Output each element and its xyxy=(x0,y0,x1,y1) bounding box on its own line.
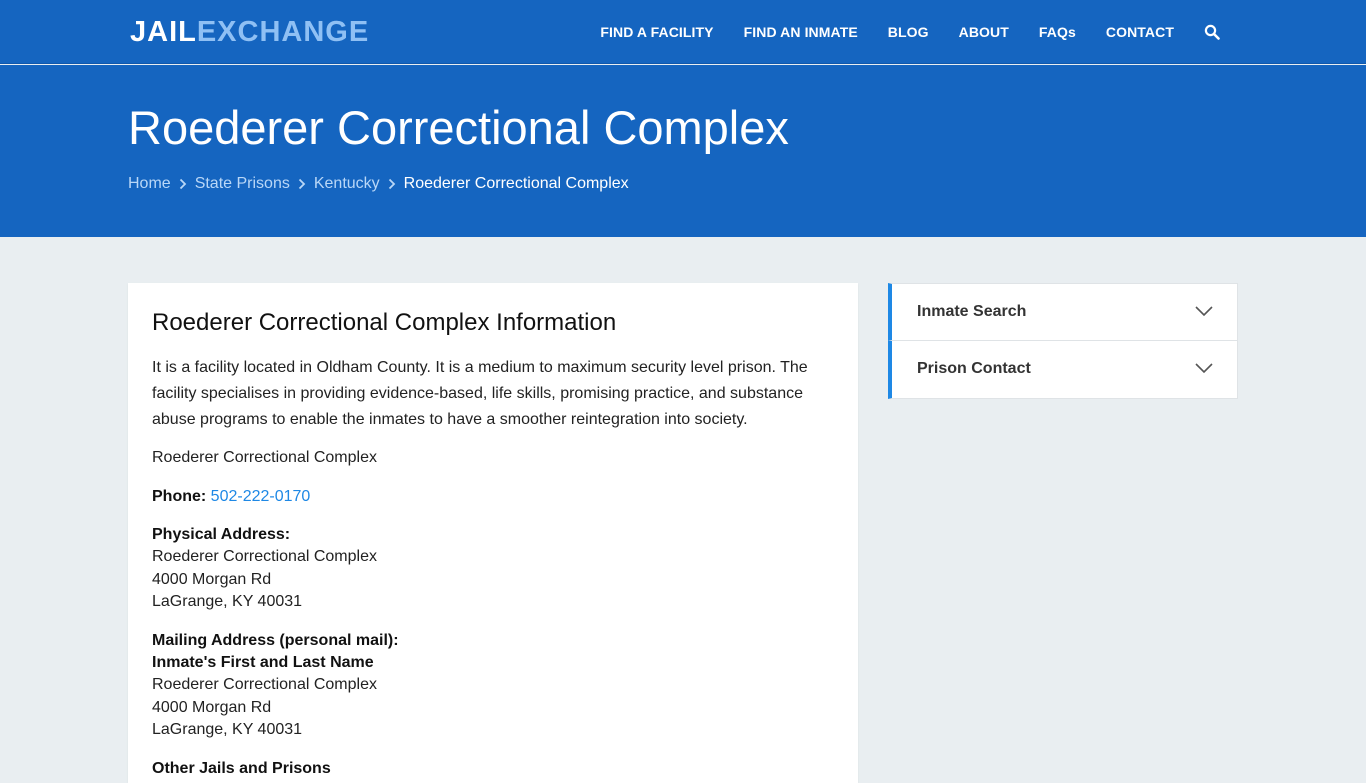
breadcrumb-current: Roederer Correctional Complex xyxy=(403,175,629,192)
mailing-address-line: Roederer Correctional Complex xyxy=(152,676,377,693)
section-heading: Roederer Correctional Complex Informatio… xyxy=(152,309,617,336)
breadcrumb-home[interactable]: Home xyxy=(128,175,171,193)
accordion-label: Inmate Search xyxy=(917,303,1027,320)
nav-about[interactable]: ABOUT xyxy=(959,24,1009,40)
facility-description: It is a facility located in Oldham Count… xyxy=(152,359,808,428)
mailing-address-label: Mailing Address (personal mail): xyxy=(152,632,399,649)
phone-row: Phone: 502-222-0170 xyxy=(152,486,310,508)
site-header: JAILEXCHANGE FIND A FACILITY FIND AN INM… xyxy=(0,0,1366,64)
facility-name: Roederer Correctional Complex xyxy=(152,449,377,466)
main-nav: FIND A FACILITY FIND AN INMATE BLOG ABOU… xyxy=(570,0,1220,64)
physical-address-label: Physical Address: xyxy=(152,526,291,543)
nav-contact[interactable]: CONTACT xyxy=(1106,24,1174,40)
nav-find-facility[interactable]: FIND A FACILITY xyxy=(600,24,713,40)
page-title: Roederer Correctional Complex xyxy=(128,101,789,154)
mailing-address-line: 4000 Morgan Rd xyxy=(152,699,272,716)
phone-link[interactable]: 502-222-0170 xyxy=(211,488,311,505)
mailing-address-line: LaGrange, KY 40031 xyxy=(152,721,303,738)
facility-info-card: Roederer Correctional Complex Informatio… xyxy=(128,283,858,783)
search-icon[interactable] xyxy=(1204,24,1220,40)
nav-find-inmate[interactable]: FIND AN INMATE xyxy=(744,24,858,40)
physical-address-line: Roederer Correctional Complex xyxy=(152,548,377,565)
chevron-down-icon xyxy=(1195,304,1213,317)
logo-text-exchange: EXCHANGE xyxy=(196,16,370,48)
logo-text-jail: JAIL xyxy=(130,16,197,48)
accordion-inmate-search[interactable]: Inmate Search xyxy=(888,283,1238,341)
nav-blog[interactable]: BLOG xyxy=(888,24,929,40)
accordion-prison-contact[interactable]: Prison Contact xyxy=(888,341,1238,399)
chevron-right-icon xyxy=(171,176,195,192)
page-hero: Roederer Correctional Complex Home State… xyxy=(0,65,1366,237)
chevron-right-icon xyxy=(290,176,314,192)
breadcrumb-state-prisons[interactable]: State Prisons xyxy=(195,175,290,193)
physical-address-line: 4000 Morgan Rd xyxy=(152,571,272,588)
phone-label: Phone: xyxy=(152,488,207,505)
breadcrumb-kentucky[interactable]: Kentucky xyxy=(314,175,380,193)
nav-faqs[interactable]: FAQs xyxy=(1039,24,1076,40)
mailing-recipient-name: Inmate's First and Last Name xyxy=(152,654,374,671)
breadcrumb: Home State Prisons Kentucky Roederer Cor… xyxy=(128,175,629,193)
site-logo[interactable]: JAILEXCHANGE xyxy=(130,15,369,49)
sidebar: Inmate Search Prison Contact xyxy=(888,283,1238,399)
physical-address-line: LaGrange, KY 40031 xyxy=(152,593,303,610)
chevron-down-icon xyxy=(1195,361,1213,374)
chevron-right-icon xyxy=(380,176,404,192)
accordion-label: Prison Contact xyxy=(917,360,1031,377)
other-jails-label: Other Jails and Prisons xyxy=(152,760,331,777)
